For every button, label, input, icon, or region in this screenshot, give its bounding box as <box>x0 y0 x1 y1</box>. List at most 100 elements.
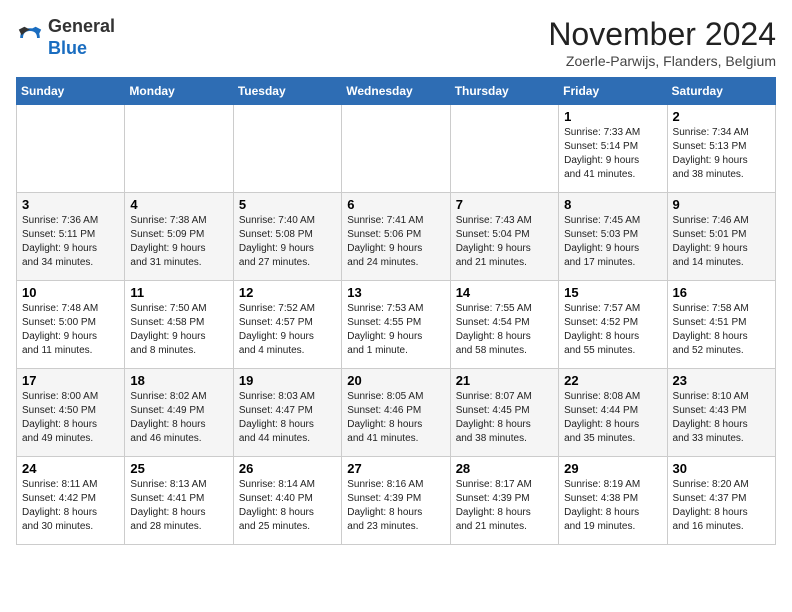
day-info: Sunrise: 8:03 AM Sunset: 4:47 PM Dayligh… <box>239 390 336 446</box>
day-of-week-header: Friday <box>559 78 667 105</box>
day-of-week-header: Monday <box>125 78 233 105</box>
day-number: 29 <box>564 461 661 476</box>
day-info: Sunrise: 7:43 AM Sunset: 5:04 PM Dayligh… <box>456 214 553 270</box>
day-number: 3 <box>22 197 119 212</box>
day-number: 7 <box>456 197 553 212</box>
calendar-cell: 30Sunrise: 8:20 AM Sunset: 4:37 PM Dayli… <box>667 457 775 545</box>
day-number: 15 <box>564 285 661 300</box>
day-number: 6 <box>347 197 444 212</box>
day-number: 28 <box>456 461 553 476</box>
title-area: November 2024 Zoerle-Parwijs, Flanders, … <box>548 16 776 69</box>
calendar-cell: 2 Sunrise: 7:34 AM Sunset: 5:13 PM Daylig… <box>667 105 775 193</box>
calendar-cell: 12 Sunrise: 7:52 AM Sunset: 4:57 PM Dayli… <box>233 281 341 369</box>
calendar-cell <box>125 105 233 193</box>
logo-text: General Blue <box>48 16 115 59</box>
day-info: Sunrise: 7:40 AM Sunset: 5:08 PM Dayligh… <box>239 214 336 270</box>
day-number: 24 <box>22 461 119 476</box>
day-info: Sunrise: 7:41 AM Sunset: 5:06 PM Dayligh… <box>347 214 444 270</box>
day-of-week-header: Wednesday <box>342 78 450 105</box>
calendar-cell <box>17 105 125 193</box>
calendar-cell: 19 Sunrise: 8:03 AM Sunset: 4:47 PM Dayli… <box>233 369 341 457</box>
day-info: Sunrise: 7:50 AM Sunset: 4:58 PM Dayligh… <box>130 302 227 358</box>
day-number: 1 <box>564 109 661 124</box>
calendar-cell: 6 Sunrise: 7:41 AM Sunset: 5:06 PM Daylig… <box>342 193 450 281</box>
day-number: 27 <box>347 461 444 476</box>
day-info: Sunrise: 8:07 AM Sunset: 4:45 PM Dayligh… <box>456 390 553 446</box>
day-info: Sunrise: 8:19 AM Sunset: 4:38 PM Dayligh… <box>564 478 661 534</box>
day-info: Sunrise: 8:10 AM Sunset: 4:43 PM Dayligh… <box>673 390 770 446</box>
day-of-week-header: Thursday <box>450 78 558 105</box>
day-info: Sunrise: 7:45 AM Sunset: 5:03 PM Dayligh… <box>564 214 661 270</box>
calendar-cell: 11 Sunrise: 7:50 AM Sunset: 4:58 PM Dayli… <box>125 281 233 369</box>
day-info: Sunrise: 7:58 AM Sunset: 4:51 PM Dayligh… <box>673 302 770 358</box>
day-number: 23 <box>673 373 770 388</box>
day-info: Sunrise: 7:34 AM Sunset: 5:13 PM Dayligh… <box>673 126 770 182</box>
month-title: November 2024 <box>548 16 776 53</box>
day-of-week-header: Tuesday <box>233 78 341 105</box>
day-info: Sunrise: 7:38 AM Sunset: 5:09 PM Dayligh… <box>130 214 227 270</box>
day-info: Sunrise: 7:57 AM Sunset: 4:52 PM Dayligh… <box>564 302 661 358</box>
calendar-cell: 5 Sunrise: 7:40 AM Sunset: 5:08 PM Daylig… <box>233 193 341 281</box>
calendar-cell: 18 Sunrise: 8:02 AM Sunset: 4:49 PM Dayli… <box>125 369 233 457</box>
calendar-cell: 10 Sunrise: 7:48 AM Sunset: 5:00 PM Dayli… <box>17 281 125 369</box>
day-info: Sunrise: 7:53 AM Sunset: 4:55 PM Dayligh… <box>347 302 444 358</box>
calendar-cell: 3 Sunrise: 7:36 AM Sunset: 5:11 PM Daylig… <box>17 193 125 281</box>
day-number: 9 <box>673 197 770 212</box>
day-number: 22 <box>564 373 661 388</box>
page-header: General Blue November 2024 Zoerle-Parwij… <box>16 16 776 69</box>
calendar-cell: 17 Sunrise: 8:00 AM Sunset: 4:50 PM Dayli… <box>17 369 125 457</box>
day-number: 4 <box>130 197 227 212</box>
logo-icon <box>16 24 44 52</box>
calendar-cell: 4 Sunrise: 7:38 AM Sunset: 5:09 PM Daylig… <box>125 193 233 281</box>
day-number: 2 <box>673 109 770 124</box>
calendar-cell: 15 Sunrise: 7:57 AM Sunset: 4:52 PM Dayli… <box>559 281 667 369</box>
calendar-cell: 7 Sunrise: 7:43 AM Sunset: 5:04 PM Daylig… <box>450 193 558 281</box>
day-number: 19 <box>239 373 336 388</box>
calendar-cell: 16Sunrise: 7:58 AM Sunset: 4:51 PM Dayli… <box>667 281 775 369</box>
day-info: Sunrise: 7:33 AM Sunset: 5:14 PM Dayligh… <box>564 126 661 182</box>
day-number: 8 <box>564 197 661 212</box>
day-info: Sunrise: 7:55 AM Sunset: 4:54 PM Dayligh… <box>456 302 553 358</box>
calendar-cell: 22 Sunrise: 8:08 AM Sunset: 4:44 PM Dayli… <box>559 369 667 457</box>
calendar-cell <box>342 105 450 193</box>
day-info: Sunrise: 7:48 AM Sunset: 5:00 PM Dayligh… <box>22 302 119 358</box>
calendar-cell: 29 Sunrise: 8:19 AM Sunset: 4:38 PM Dayli… <box>559 457 667 545</box>
day-number: 14 <box>456 285 553 300</box>
day-number: 11 <box>130 285 227 300</box>
calendar-cell: 8 Sunrise: 7:45 AM Sunset: 5:03 PM Daylig… <box>559 193 667 281</box>
calendar-cell: 13 Sunrise: 7:53 AM Sunset: 4:55 PM Dayli… <box>342 281 450 369</box>
location: Zoerle-Parwijs, Flanders, Belgium <box>548 53 776 69</box>
calendar-table: SundayMondayTuesdayWednesdayThursdayFrid… <box>16 77 776 545</box>
day-info: Sunrise: 7:52 AM Sunset: 4:57 PM Dayligh… <box>239 302 336 358</box>
calendar-cell: 27Sunrise: 8:16 AM Sunset: 4:39 PM Dayli… <box>342 457 450 545</box>
day-number: 13 <box>347 285 444 300</box>
day-info: Sunrise: 8:17 AM Sunset: 4:39 PM Dayligh… <box>456 478 553 534</box>
day-info: Sunrise: 8:13 AM Sunset: 4:41 PM Dayligh… <box>130 478 227 534</box>
calendar-cell: 26 Sunrise: 8:14 AM Sunset: 4:40 PM Dayli… <box>233 457 341 545</box>
day-info: Sunrise: 7:36 AM Sunset: 5:11 PM Dayligh… <box>22 214 119 270</box>
day-number: 26 <box>239 461 336 476</box>
calendar-cell: 1 Sunrise: 7:33 AM Sunset: 5:14 PM Daylig… <box>559 105 667 193</box>
day-number: 25 <box>130 461 227 476</box>
day-number: 21 <box>456 373 553 388</box>
calendar-cell: 14 Sunrise: 7:55 AM Sunset: 4:54 PM Dayli… <box>450 281 558 369</box>
day-info: Sunrise: 8:05 AM Sunset: 4:46 PM Dayligh… <box>347 390 444 446</box>
day-number: 10 <box>22 285 119 300</box>
day-number: 30 <box>673 461 770 476</box>
calendar-cell: 24 Sunrise: 8:11 AM Sunset: 4:42 PM Dayli… <box>17 457 125 545</box>
day-info: Sunrise: 8:11 AM Sunset: 4:42 PM Dayligh… <box>22 478 119 534</box>
day-info: Sunrise: 8:02 AM Sunset: 4:49 PM Dayligh… <box>130 390 227 446</box>
calendar-cell <box>233 105 341 193</box>
day-of-week-header: Sunday <box>17 78 125 105</box>
day-number: 18 <box>130 373 227 388</box>
calendar-cell: 23 Sunrise: 8:10 AM Sunset: 4:43 PM Dayli… <box>667 369 775 457</box>
day-number: 12 <box>239 285 336 300</box>
day-info: Sunrise: 8:14 AM Sunset: 4:40 PM Dayligh… <box>239 478 336 534</box>
day-of-week-header: Saturday <box>667 78 775 105</box>
day-info: Sunrise: 8:08 AM Sunset: 4:44 PM Dayligh… <box>564 390 661 446</box>
day-number: 5 <box>239 197 336 212</box>
day-number: 17 <box>22 373 119 388</box>
day-number: 20 <box>347 373 444 388</box>
calendar-cell: 9Sunrise: 7:46 AM Sunset: 5:01 PM Daylig… <box>667 193 775 281</box>
day-info: Sunrise: 8:00 AM Sunset: 4:50 PM Dayligh… <box>22 390 119 446</box>
